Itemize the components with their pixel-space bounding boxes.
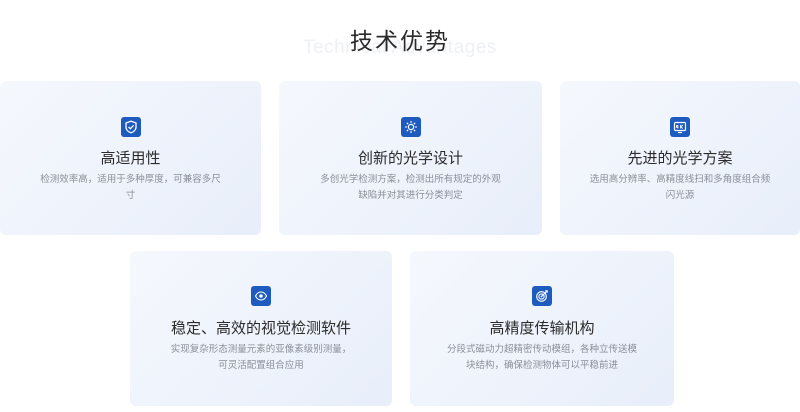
section-title: 技术优势 <box>350 29 450 55</box>
card-title: 高精度传输机构 <box>489 319 595 337</box>
card-title: 稳定、高效的视觉检测软件 <box>170 319 351 337</box>
advantage-card-vision-software: 稳定、高效的视觉检测软件 实现复杂形态测量元素的亚像素级别测量，可灵活配置组合应… <box>130 251 392 406</box>
card-title: 创新的光学设计 <box>357 149 463 167</box>
card-description: 多创光学检测方案，检测出所有规定的外观缺陷并对其进行分类判定 <box>320 174 501 201</box>
light-sun-icon <box>400 117 421 137</box>
card-description: 选用高分辨率、高精度线扫和多角度组合频闪光源 <box>589 174 771 201</box>
4k-display-icon <box>670 117 690 137</box>
target-icon <box>532 286 552 306</box>
advantage-card-optical-solution: 先进的光学方案 选用高分辨率、高精度线扫和多角度组合频闪光源 <box>560 81 800 235</box>
card-title: 高适用性 <box>100 149 161 167</box>
shield-check-icon <box>120 117 141 137</box>
advantage-card-transmission: 高精度传输机构 分段式磁动力超精密传动模组，各种立传送模块结构，确保检测物体可以… <box>410 251 674 406</box>
card-title: 先进的光学方案 <box>627 149 733 167</box>
card-description: 分段式磁动力超精密传动模组，各种立传送模块结构，确保检测物体可以平稳前进 <box>446 344 637 371</box>
advantage-card-optical-design: 创新的光学设计 多创光学检测方案，检测出所有规定的外观缺陷并对其进行分类判定 <box>279 81 542 235</box>
card-description: 实现复杂形态测量元素的亚像素级别测量，可灵活配置组合应用 <box>170 344 352 371</box>
advantage-card-applicability: 高适用性 检测效率高，适用于多种厚度，可兼容多尺寸 <box>0 81 261 235</box>
card-description: 检测效率高，适用于多种厚度，可兼容多尺寸 <box>40 174 221 201</box>
section-header: Technical Advantages 技术优势 <box>0 0 800 70</box>
eye-scan-icon <box>251 286 271 306</box>
